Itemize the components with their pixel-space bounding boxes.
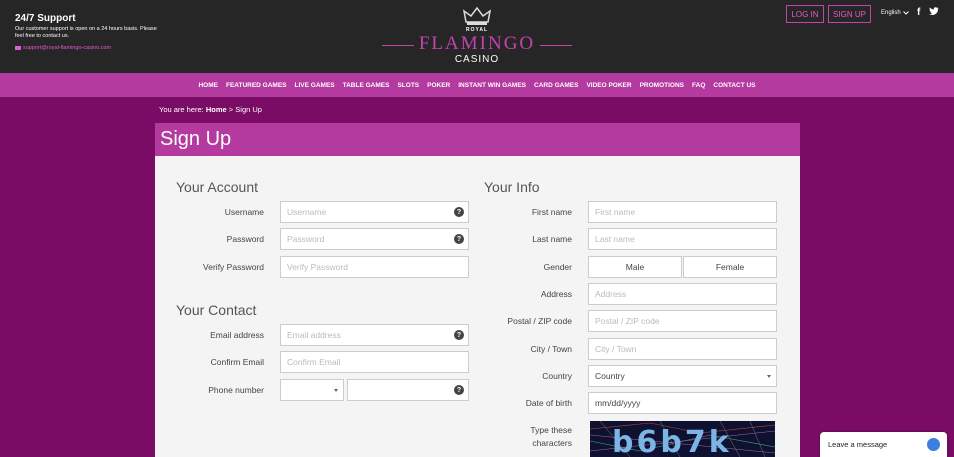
- last-name-placeholder: Last name: [595, 234, 635, 244]
- facebook-icon[interactable]: f: [917, 7, 920, 18]
- city-placeholder: City / Town: [595, 344, 637, 354]
- nav-card-games[interactable]: CARD GAMES: [530, 82, 582, 89]
- page-title-bar: Sign Up: [155, 123, 800, 156]
- chat-bubble-icon[interactable]: [927, 438, 940, 451]
- breadcrumb-current: Sign Up: [235, 105, 262, 114]
- verify-password-input[interactable]: Verify Password: [280, 256, 469, 278]
- help-icon[interactable]: ?: [454, 234, 464, 244]
- account-section-title: Your Account: [176, 179, 258, 195]
- country-value: Country: [595, 371, 625, 381]
- support-email-link[interactable]: support@royal-flamingo-casino.com: [15, 45, 111, 51]
- page-title: Sign Up: [160, 128, 232, 150]
- help-icon[interactable]: ?: [454, 207, 464, 217]
- login-button[interactable]: LOG IN: [786, 5, 824, 23]
- nav-home[interactable]: HOME: [194, 82, 222, 89]
- postal-code-input[interactable]: Postal / ZIP code: [588, 310, 777, 332]
- nav-slots[interactable]: SLOTS: [393, 82, 423, 89]
- last-name-input[interactable]: Last name: [588, 228, 777, 250]
- language-selector[interactable]: English: [881, 10, 909, 16]
- first-name-label: First name: [531, 207, 572, 217]
- support-title: 24/7 Support: [15, 13, 76, 24]
- first-name-placeholder: First name: [595, 207, 636, 217]
- nav-table-games[interactable]: TABLE GAMES: [339, 82, 394, 89]
- mail-icon: [15, 46, 21, 50]
- nav-live-games[interactable]: LIVE GAMES: [291, 82, 339, 89]
- logo-flamingo: FLAMINGO: [418, 33, 536, 54]
- confirm-email-label: Confirm Email: [210, 357, 264, 367]
- username-placeholder: Username: [287, 207, 327, 217]
- gender-label: Gender: [543, 262, 572, 272]
- confirm-email-input[interactable]: Confirm Email: [280, 351, 469, 373]
- verify-password-placeholder: Verify Password: [287, 262, 348, 272]
- captcha-image: b6b7k: [590, 421, 775, 457]
- email-placeholder: Email address: [287, 330, 341, 340]
- nav-video-poker[interactable]: VIDEO POKER: [582, 82, 635, 89]
- country-select[interactable]: Country: [588, 365, 777, 387]
- first-name-input[interactable]: First name: [588, 201, 777, 223]
- nav-promotions[interactable]: PROMOTIONS: [636, 82, 688, 89]
- chat-label: Leave a message: [828, 440, 888, 449]
- support-text: Our customer support is open on a 24 hou…: [15, 26, 157, 39]
- phone-country-code-select[interactable]: [280, 379, 344, 401]
- address-placeholder: Address: [595, 289, 627, 299]
- signup-button[interactable]: SIGN UP: [828, 5, 871, 23]
- dob-input[interactable]: mm/dd/yyyy: [588, 392, 777, 414]
- verify-password-label: Verify Password: [203, 262, 264, 272]
- phone-label: Phone number: [208, 385, 264, 395]
- logo-casino: CASINO: [454, 54, 500, 65]
- country-label: Country: [542, 371, 572, 381]
- password-label: Password: [226, 234, 264, 244]
- city-label: City / Town: [530, 344, 572, 354]
- city-input[interactable]: City / Town: [588, 338, 777, 360]
- chevron-down-icon: [902, 11, 909, 15]
- caret-down-icon: [767, 375, 771, 378]
- breadcrumb-home[interactable]: Home: [206, 105, 227, 114]
- address-input[interactable]: Address: [588, 283, 777, 305]
- twitter-icon[interactable]: [929, 6, 939, 16]
- username-input[interactable]: Username ?: [280, 201, 469, 223]
- info-section-title: Your Info: [484, 179, 540, 195]
- chat-widget[interactable]: Leave a message: [820, 432, 947, 457]
- nav-featured-games[interactable]: FEATURED GAMES: [222, 82, 291, 89]
- breadcrumb: You are here: Home > Sign Up: [159, 105, 262, 114]
- email-input[interactable]: Email address ?: [280, 324, 469, 346]
- nav-contact-us[interactable]: CONTACT US: [709, 82, 759, 89]
- nav-poker[interactable]: POKER: [423, 82, 454, 89]
- address-label: Address: [540, 289, 572, 299]
- dob-value: mm/dd/yyyy: [595, 398, 641, 408]
- main-nav: HOME FEATURED GAMES LIVE GAMES TABLE GAM…: [0, 73, 954, 97]
- email-label: Email address: [210, 330, 264, 340]
- site-logo[interactable]: ROYAL FLAMINGO CASINO: [380, 6, 574, 68]
- nav-instant-win-games[interactable]: INSTANT WIN GAMES: [454, 82, 530, 89]
- top-header: 24/7 Support Our customer support is ope…: [0, 0, 954, 73]
- breadcrumb-separator: >: [228, 105, 234, 114]
- phone-number-input[interactable]: ?: [347, 379, 469, 401]
- contact-section-title: Your Contact: [176, 302, 257, 318]
- gender-male-button[interactable]: Male: [588, 256, 682, 278]
- postal-code-placeholder: Postal / ZIP code: [595, 316, 660, 326]
- captcha-text: b6b7k: [612, 425, 732, 457]
- logo-divider-right: [540, 45, 572, 46]
- captcha-label-line-1: Type these: [530, 425, 572, 435]
- breadcrumb-prefix: You are here:: [159, 105, 204, 114]
- nav-faq[interactable]: FAQ: [688, 82, 709, 89]
- gender-female-button[interactable]: Female: [683, 256, 777, 278]
- confirm-email-placeholder: Confirm Email: [287, 357, 341, 367]
- caret-down-icon: [334, 389, 338, 392]
- crown-icon: [462, 6, 492, 25]
- support-email-text: support@royal-flamingo-casino.com: [23, 45, 112, 51]
- username-label: Username: [224, 207, 264, 217]
- language-label: English: [881, 10, 901, 16]
- password-input[interactable]: Password ?: [280, 228, 469, 250]
- support-block: 24/7 Support Our customer support is ope…: [15, 13, 165, 40]
- help-icon[interactable]: ?: [454, 330, 464, 340]
- postal-code-label: Postal / ZIP code: [507, 316, 572, 326]
- captcha-label-line-2: characters: [532, 438, 572, 448]
- password-placeholder: Password: [287, 234, 325, 244]
- last-name-label: Last name: [532, 234, 572, 244]
- dob-label: Date of birth: [525, 398, 572, 408]
- help-icon[interactable]: ?: [454, 385, 464, 395]
